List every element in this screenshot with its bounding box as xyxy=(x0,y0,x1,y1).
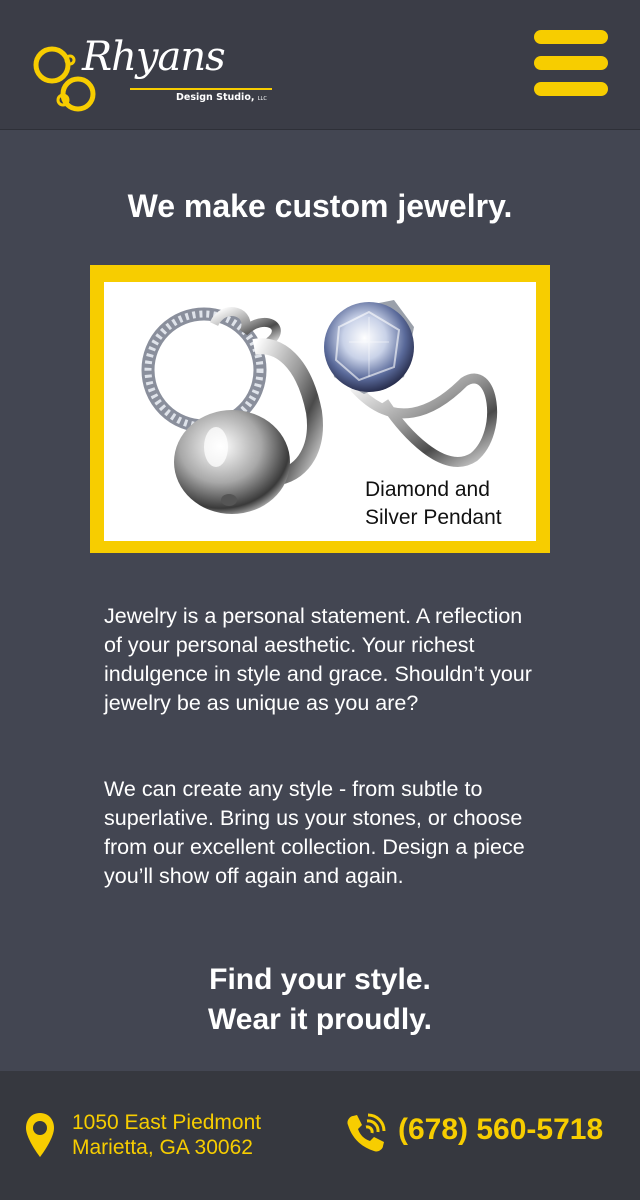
feature-image-caption: Diamond and Silver Pendant xyxy=(365,478,502,529)
tagline: Find your style. Wear it proudly. xyxy=(0,960,640,1040)
menu-bar-middle xyxy=(534,56,608,70)
address-line-2: Marietta, GA 30062 xyxy=(72,1136,253,1159)
site-header: Rhyans Design Studio, LLC xyxy=(0,0,640,130)
services-paragraph: We can create any style - from subtle to… xyxy=(104,777,525,888)
phone-icon xyxy=(342,1111,388,1162)
logo-subtitle-text: Design Studio, xyxy=(176,92,255,103)
logo-llc: LLC xyxy=(257,96,267,102)
logo-brand-name: Rhyans xyxy=(82,34,226,80)
map-pin-icon xyxy=(24,1111,56,1164)
intro-paragraph: Jewelry is a personal statement. A refle… xyxy=(104,604,532,715)
feature-image-frame: Diamond and Silver Pendant xyxy=(90,265,550,553)
hamburger-menu-button[interactable] xyxy=(534,30,608,100)
menu-bar-bottom xyxy=(534,82,608,96)
page-headline: We make custom jewelry. xyxy=(127,188,513,224)
tagline-line-1: Find your style. xyxy=(209,963,431,996)
store-address-link[interactable]: 1050 East Piedmont Marietta, GA 30062 xyxy=(72,1110,261,1160)
menu-bar-top xyxy=(534,30,608,44)
feature-image: Diamond and Silver Pendant xyxy=(104,282,536,541)
address-line-1: 1050 East Piedmont xyxy=(72,1111,262,1134)
phone-number-link[interactable]: (678) 560-5718 xyxy=(398,1113,603,1147)
site-logo[interactable]: Rhyans Design Studio, LLC xyxy=(30,30,280,115)
tagline-line-2: Wear it proudly. xyxy=(208,1003,432,1036)
logo-subtitle: Design Studio, LLC xyxy=(176,92,267,103)
site-footer: 1050 East Piedmont Marietta, GA 30062 (6… xyxy=(0,1071,640,1200)
